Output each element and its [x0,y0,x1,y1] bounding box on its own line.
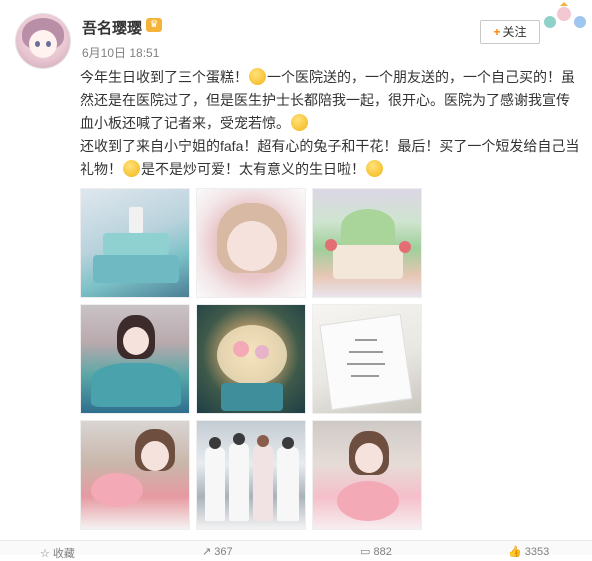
post-text: 今年生日收到了三个蛋糕！ 一个医院送的，一个朋友送的，一个自己买的！虽然还是在医院… [80,66,580,181]
share-count: 367 [214,546,233,558]
photo-bouquet-portrait[interactable] [80,304,190,414]
photo-card-note[interactable] [312,304,422,414]
follow-button[interactable]: + 关注 [480,20,540,44]
avatar[interactable] [16,14,70,68]
emoji-tongue-icon [123,160,140,177]
emoji-blush-icon [366,160,383,177]
favorite-label: 收藏 [52,548,75,560]
photo-selfie[interactable] [196,188,306,298]
photo-pink-cake-girl[interactable] [80,420,190,530]
post-text-line2b: 是不是炒可爱！太有意义的生日啦！ [141,161,365,177]
emoji-sweat-icon [291,114,308,131]
photo-grid [80,188,422,530]
photo-medical-staff[interactable] [196,420,306,530]
plus-icon: + [493,25,501,39]
photo-blue-cake[interactable] [80,188,190,298]
vip-crown-icon: ♛ [146,18,162,32]
weibo-post-card: 吾名璎璎 ♛ 6月10日 18:51 + 关注 今年生日收到了三个蛋糕！ 一个医院送… [0,0,592,560]
action-bar: ☆ 收藏 ↗ 367 ▭ 882 👍 3353 [0,540,592,560]
username[interactable]: 吾名璎璎 [82,17,142,38]
post-text-line1: 今年生日收到了三个蛋糕！ [80,69,248,85]
photo-pink-cake-crown[interactable] [312,420,422,530]
photo-flower-bouquet[interactable] [196,304,306,414]
like-button[interactable]: 👍 3353 [508,545,549,558]
favorite-button[interactable]: ☆ 收藏 [40,545,75,561]
share-button[interactable]: ↗ 367 [202,545,233,558]
post-timestamp[interactable]: 6月10日 18:51 [82,44,159,61]
photo-green-cake[interactable] [312,188,422,298]
decoration-icon [544,2,586,28]
like-count: 3353 [524,546,550,558]
comment-button[interactable]: ▭ 882 [360,545,392,558]
comment-count: 882 [373,546,392,558]
follow-label: 关注 [502,25,527,39]
emoji-laugh-cry-icon [249,68,266,85]
